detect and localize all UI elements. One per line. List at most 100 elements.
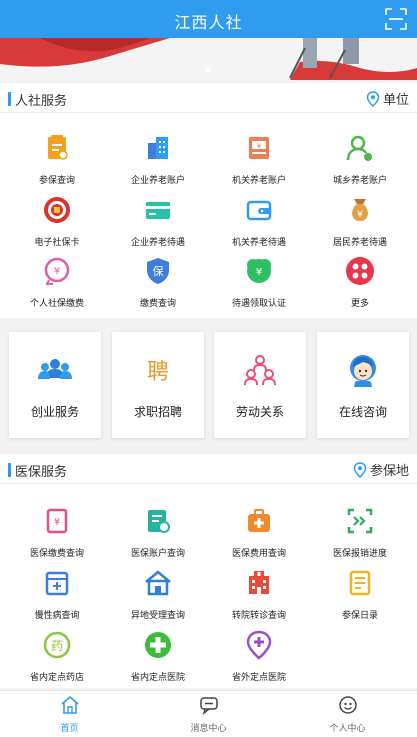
insurance-directory-icon [349, 570, 371, 596]
location-selector[interactable]: 参保地 [353, 460, 409, 479]
location-pin-icon [366, 90, 380, 107]
e-social-card-icon [44, 197, 70, 223]
message-icon [199, 697, 218, 715]
grid-item-label: 居民养老待遇 [332, 238, 387, 248]
social-service-section: 人社服务 单位 参保查询 企业养老账户 ¥ 机关养老账户 城乡养老账户 电子社保… [0, 83, 417, 318]
svg-text:药: 药 [51, 639, 63, 653]
bottom-tab-bar: 首页 消息中心 个人中心 [0, 690, 417, 737]
recruitment-icon: 聘 [147, 360, 169, 385]
tab-profile[interactable]: 个人中心 [278, 695, 417, 734]
grid-item-medical-payment-query[interactable]: ¥ 医保缴费查询 [5, 506, 109, 559]
tab-label: 消息中心 [190, 724, 227, 734]
medical-account-query-icon [148, 510, 170, 533]
grid-item-payment-query[interactable]: 保 缴费查询 [106, 256, 210, 309]
grid-item-hospital-transfer-query[interactable]: 转院转诊查询 [207, 568, 311, 621]
grid-item-chronic-disease-query[interactable]: 慢性病查询 [5, 568, 109, 621]
grid-item-insurance-query[interactable]: 参保查询 [5, 133, 109, 186]
grid-item-out-province-hospital[interactable]: 省外定点医院 [207, 630, 311, 683]
card-entrepreneurship[interactable]: 创业服务 [9, 332, 101, 438]
grid-item-label: 更多 [350, 299, 369, 309]
location-pin-icon [353, 461, 367, 478]
grid-item-benefit-certification[interactable]: ¥ 待遇领取认证 [207, 256, 311, 309]
grid-item-insurance-directory[interactable]: 参保日录 [308, 568, 412, 621]
location-selector[interactable]: 单位 [366, 89, 409, 108]
scan-icon[interactable] [385, 8, 407, 30]
online-consult-icon [350, 355, 376, 387]
grid-item-label: 转院转诊查询 [231, 611, 286, 621]
resident-pension-benefit-icon: ¥ [352, 199, 368, 221]
page-title: 江西人社 [174, 13, 243, 32]
grid-item-enterprise-pension-account[interactable]: 企业养老账户 [106, 133, 210, 186]
grid-item-label: 省外定点医院 [231, 673, 286, 683]
grid-item-label: 参保日录 [341, 611, 378, 621]
grid-item-personal-payment[interactable]: ¥ 个人社保缴费 [5, 256, 109, 309]
banner-image [0, 38, 417, 80]
grid-item-label: 医保报销进度 [332, 549, 387, 559]
card-recruitment[interactable]: 聘 求职招聘 [112, 332, 204, 438]
svg-text:保: 保 [153, 264, 164, 278]
grid-item-institution-pension-benefit[interactable]: 机关养老待遇 [207, 195, 311, 248]
svg-text:¥: ¥ [357, 210, 363, 220]
card-online-consult[interactable]: 在线咨询 [317, 332, 409, 438]
social-service-grid: 参保查询 企业养老账户 ¥ 机关养老账户 城乡养老账户 电子社保卡 企业养老待遇… [0, 113, 417, 318]
grid-item-remote-acceptance-query[interactable]: 异地受理查询 [106, 568, 210, 621]
entrepreneurship-icon [38, 359, 72, 379]
grid-item-label: 缴费查询 [139, 299, 176, 309]
institution-pension-account-icon: ¥ [249, 137, 269, 159]
svg-text:¥: ¥ [256, 267, 262, 278]
section-title: 人社服务 [15, 94, 68, 109]
section-accent-bar [8, 463, 11, 477]
grid-item-label: 省内定点药店 [29, 673, 84, 683]
svg-text:¥: ¥ [54, 266, 60, 277]
chronic-disease-query-icon [45, 571, 69, 596]
grid-item-more[interactable]: 更多 [308, 256, 412, 309]
in-province-hospital-icon [145, 632, 171, 658]
home-icon [60, 695, 79, 714]
section-title: 医保服务 [15, 465, 68, 480]
enterprise-pension-benefit-icon [146, 202, 170, 219]
insurance-query-icon [48, 135, 68, 160]
grid-item-label: 医保缴费查询 [29, 549, 84, 559]
grid-item-label: 慢性病查询 [34, 611, 80, 621]
grid-item-medical-account-query[interactable]: 医保账户查询 [106, 506, 210, 559]
grid-item-medical-cost-query[interactable]: 医保费用查询 [207, 506, 311, 559]
hospital-transfer-query-icon [249, 571, 269, 594]
grid-item-label: 待遇领取认证 [231, 299, 286, 309]
tab-label: 首页 [60, 724, 79, 734]
grid-item-label: 异地受理查询 [130, 611, 185, 621]
grid-item-reimbursement-progress[interactable]: 医保报销进度 [308, 506, 412, 559]
out-province-hospital-icon [246, 630, 272, 660]
labor-relations-icon [244, 355, 276, 386]
grid-item-institution-pension-account[interactable]: ¥ 机关养老账户 [207, 133, 311, 186]
grid-item-resident-pension-benefit[interactable]: ¥ 居民养老待遇 [308, 195, 412, 248]
grid-item-label: 城乡养老账户 [332, 176, 387, 186]
pharmacy-icon: 药 [43, 631, 71, 659]
tab-home[interactable]: 首页 [0, 695, 139, 734]
section-accent-bar [8, 92, 11, 106]
grid-item-label: 企业养老待遇 [130, 238, 185, 248]
grid-item-enterprise-pension-benefit[interactable]: 企业养老待遇 [106, 195, 210, 248]
more-icon [346, 257, 374, 285]
remote-acceptance-query-icon [145, 570, 171, 596]
tab-message-center[interactable]: 消息中心 [139, 695, 278, 734]
grid-item-urban-rural-pension-account[interactable]: 城乡养老账户 [308, 133, 412, 186]
medical-cost-query-icon [248, 509, 270, 532]
grid-item-label: 企业养老账户 [130, 176, 185, 186]
grid-item-e-social-card[interactable]: 电子社保卡 [5, 195, 109, 248]
urban-rural-pension-account-icon [346, 135, 372, 161]
card-label: 创业服务 [30, 405, 79, 419]
banner-carousel[interactable] [0, 38, 417, 80]
payment-query-icon: 保 [147, 258, 169, 284]
grid-item-pharmacy[interactable]: 药 省内定点药店 [5, 630, 109, 683]
institution-pension-benefit-icon [246, 200, 272, 221]
card-labor-relations[interactable]: 劳动关系 [214, 332, 306, 438]
medical-payment-query-icon: ¥ [46, 508, 68, 534]
grid-item-in-province-hospital[interactable]: 省内定点医院 [106, 630, 210, 683]
reimbursement-progress-icon [347, 508, 373, 534]
grid-item-label: 医保费用查询 [231, 549, 286, 559]
grid-item-label: 电子社保卡 [34, 238, 80, 248]
grid-item-label: 机关养老待遇 [231, 238, 286, 248]
location-label: 单位 [382, 93, 409, 108]
card-label: 在线咨询 [338, 405, 387, 419]
medical-service-grid: ¥ 医保缴费查询 医保账户查询 医保费用查询 医保报销进度 慢性病查询 异地受理… [0, 484, 417, 688]
